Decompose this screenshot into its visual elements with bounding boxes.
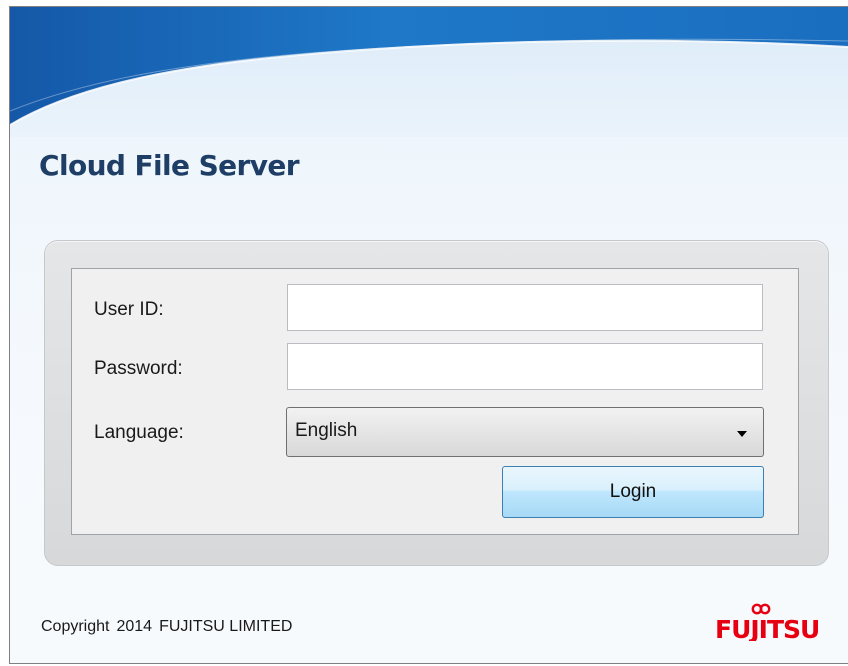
copyright-word: Copyright [41, 618, 110, 635]
login-panel: User ID: Password: Language: English Log… [44, 240, 829, 566]
chevron-down-icon [737, 431, 747, 437]
copyright-company: FUJITSU LIMITED [159, 618, 293, 635]
fujitsu-logo: FUJITSU [715, 601, 835, 646]
login-button[interactable]: Login [502, 466, 764, 518]
user-id-label: User ID: [94, 299, 164, 320]
password-input[interactable] [287, 343, 763, 390]
copyright-text: Copyright 2014 FUJITSU LIMITED [41, 618, 299, 636]
language-label: Language: [94, 422, 184, 443]
password-label: Password: [94, 358, 183, 379]
language-selected-value: English [295, 420, 358, 441]
copyright-year: 2014 [116, 618, 153, 635]
language-select[interactable]: English [286, 407, 764, 457]
login-window: Cloud File Server User ID: Password: Lan… [9, 6, 848, 664]
login-form: User ID: Password: Language: English Log… [71, 268, 799, 535]
user-id-input[interactable] [287, 284, 763, 331]
header-banner [10, 7, 848, 137]
logo-text: FUJITSU [715, 615, 819, 641]
app-title: Cloud File Server [39, 149, 300, 182]
